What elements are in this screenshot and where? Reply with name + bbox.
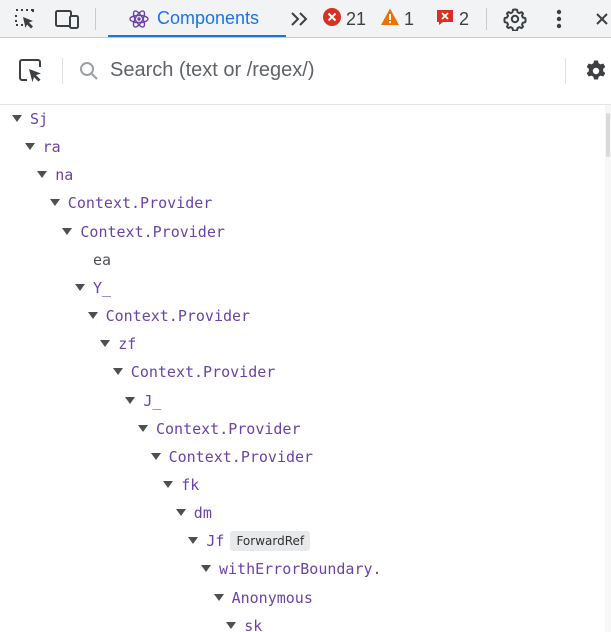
more-tabs-icon[interactable]	[286, 6, 314, 32]
expand-caret-icon[interactable]	[100, 339, 111, 349]
issues-count: 2	[459, 8, 470, 29]
device-toolbar-icon[interactable]	[54, 6, 80, 32]
expand-caret-icon[interactable]	[125, 396, 136, 406]
component-name: sk	[244, 616, 263, 632]
component-name: ra	[42, 138, 61, 157]
expand-caret-icon[interactable]	[188, 536, 199, 546]
expand-caret-icon[interactable]	[226, 621, 237, 631]
more-menu-icon[interactable]	[546, 6, 572, 32]
tab-components-label: Components	[157, 8, 260, 28]
tree-row[interactable]: Anonymous	[0, 587, 605, 609]
tab-components[interactable]: Components	[108, 0, 286, 37]
issues-icon	[435, 7, 455, 32]
component-name: Y_	[93, 278, 112, 297]
expand-caret-icon[interactable]	[175, 508, 186, 518]
toolbar-divider	[486, 8, 487, 30]
tree-row[interactable]: Context.Provider	[0, 192, 605, 214]
search-input[interactable]	[110, 56, 540, 84]
component-name: J_	[143, 391, 162, 410]
react-icon	[126, 6, 152, 32]
tree-row[interactable]: Sj	[0, 108, 605, 130]
component-name: na	[55, 166, 74, 185]
component-name: Context.Provider	[168, 447, 314, 466]
settings-icon[interactable]	[583, 58, 609, 84]
component-name: fk	[181, 475, 200, 494]
tree-row[interactable]: ra	[0, 136, 605, 158]
inspect-element-icon[interactable]	[12, 6, 38, 32]
warnings-counter[interactable]: 1	[380, 7, 414, 31]
active-tab-indicator	[108, 35, 286, 37]
component-name: ea	[93, 250, 112, 269]
expand-caret-icon[interactable]	[112, 367, 123, 377]
expand-caret-icon[interactable]	[24, 142, 35, 152]
tree-row[interactable]: Context.Provider	[0, 361, 605, 383]
expand-caret-icon[interactable]	[150, 452, 161, 462]
component-name: Context.Provider	[130, 363, 276, 382]
tree-row[interactable]: dm	[0, 502, 605, 524]
tree-row[interactable]: withErrorBoundary.	[0, 558, 605, 580]
error-icon	[322, 7, 342, 32]
component-name: zf	[118, 335, 137, 354]
expand-caret-icon[interactable]	[49, 198, 60, 208]
warning-icon	[380, 7, 400, 32]
component-name: Anonymous	[231, 588, 313, 607]
scrollbar-thumb[interactable]	[606, 113, 610, 157]
select-component-icon[interactable]	[18, 58, 44, 84]
tree-row[interactable]: ea	[0, 249, 605, 271]
component-name: Jf	[206, 532, 225, 551]
toolbar-divider	[95, 8, 96, 30]
tree-row[interactable]: Y_	[0, 277, 605, 299]
tree-scrollbar[interactable]	[605, 105, 611, 632]
component-tree: Sj ra na Context.Provider Context.Provider ea…	[0, 105, 605, 632]
errors-count: 21	[346, 8, 367, 29]
forwardref-badge: ForwardRef	[230, 531, 311, 552]
close-icon[interactable]	[589, 6, 611, 32]
component-name: Context.Provider	[156, 419, 301, 438]
tree-row[interactable]: Context.Provider	[0, 446, 605, 468]
issues-counter[interactable]: 2	[435, 7, 469, 31]
expand-caret-icon[interactable]	[138, 424, 148, 434]
tree-row[interactable]: Context.Provider	[0, 418, 605, 440]
search-icon	[76, 58, 102, 84]
expand-caret-icon[interactable]	[87, 311, 98, 321]
expand-caret-icon[interactable]	[201, 564, 211, 574]
tree-row[interactable]: Context.Provider	[0, 305, 605, 327]
tree-row[interactable]: zf	[0, 333, 605, 355]
tree-row[interactable]: sk	[0, 615, 605, 632]
toolbar-divider	[62, 58, 63, 84]
component-name: dm	[193, 504, 212, 523]
warnings-count: 1	[404, 8, 415, 29]
expand-caret-icon[interactable]	[37, 170, 48, 180]
tree-row[interactable]: Jf ForwardRef	[0, 530, 605, 552]
settings-icon[interactable]	[502, 6, 528, 32]
component-name: Context.Provider	[67, 194, 213, 213]
component-name: Context.Provider	[80, 222, 225, 241]
component-name: Sj	[30, 110, 49, 128]
expand-caret-icon[interactable]	[163, 480, 174, 490]
expand-caret-icon[interactable]	[213, 593, 224, 603]
tree-row[interactable]: na	[0, 164, 605, 186]
expand-caret-icon[interactable]	[75, 283, 85, 293]
components-toolbar	[0, 38, 611, 105]
react-devtools-panel: Components 21 1 2 Search (text or /regex…	[0, 0, 611, 632]
devtools-tab-bar: Components 21 1 2	[0, 0, 611, 38]
errors-counter[interactable]: 21	[322, 7, 366, 31]
toolbar-divider	[565, 58, 566, 84]
expand-caret-icon[interactable]	[12, 114, 22, 124]
component-name: withErrorBoundary.	[219, 560, 382, 579]
tree-row[interactable]: J_	[0, 390, 605, 412]
expand-caret-icon[interactable]	[62, 227, 73, 237]
component-name: Context.Provider	[105, 307, 251, 326]
tree-row[interactable]: fk	[0, 474, 605, 496]
tree-row[interactable]: Context.Provider	[0, 221, 605, 243]
